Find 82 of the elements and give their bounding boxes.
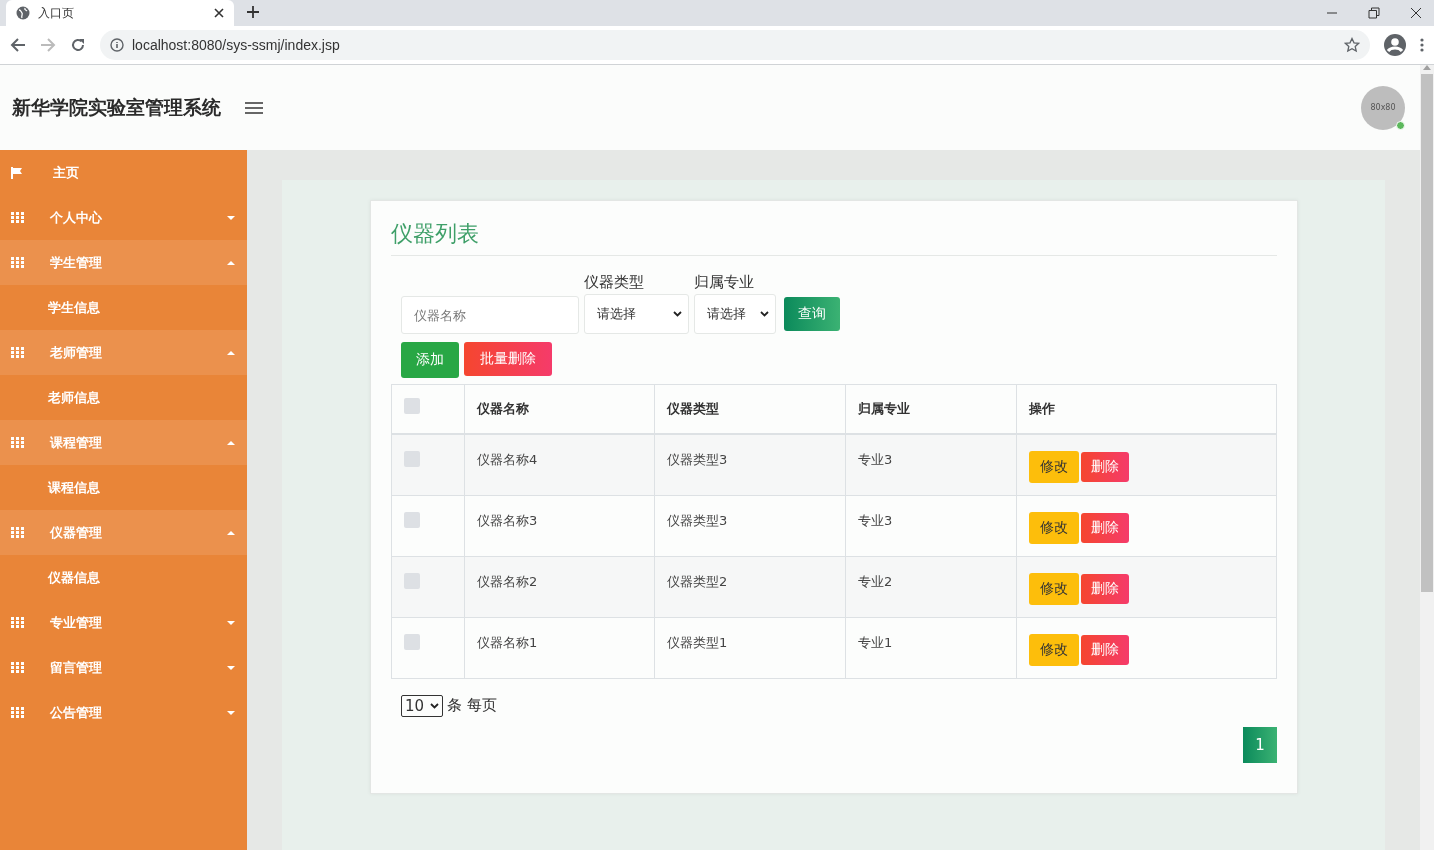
reload-icon[interactable]: [70, 37, 86, 53]
select-dropdown[interactable]: 请选择: [584, 294, 689, 334]
table-cell: 仪器类型1: [654, 617, 846, 678]
page-size-select[interactable]: 10: [401, 694, 444, 717]
url-text: localhost:8080/sys-ssmj/index.jsp: [132, 37, 341, 53]
grid-icon: [11, 662, 24, 673]
menu-icon[interactable]: [1420, 38, 1424, 52]
grid-icon: [11, 437, 24, 448]
select-dropdown[interactable]: 请选择: [694, 294, 776, 334]
account-icon[interactable]: [1384, 34, 1406, 56]
sidebar-subitem[interactable]: 学生信息: [0, 285, 247, 330]
tab-title: 入口页: [38, 4, 75, 22]
page-button[interactable]: 1: [1243, 726, 1277, 763]
sidebar-item[interactable]: 公告管理: [0, 690, 247, 735]
grid-icon: [11, 212, 24, 223]
sidebar-item[interactable]: 课程管理: [0, 420, 247, 465]
checkbox[interactable]: [404, 572, 420, 589]
delete-button[interactable]: 删除: [1081, 512, 1129, 543]
table-cell: 专业3: [845, 434, 1017, 495]
checkbox[interactable]: [404, 511, 420, 528]
chevron-icon: [430, 702, 440, 709]
delete-button[interactable]: 删除: [1081, 452, 1129, 482]
page-size-label: 条 每页: [447, 696, 497, 715]
app-title: 新华学院实验室管理系统: [12, 94, 221, 120]
table-cell: 仪器名称2: [464, 556, 655, 617]
batch-delete-button[interactable]: 批量删除: [464, 342, 552, 376]
grid-icon: [11, 347, 24, 358]
sidebar-item[interactable]: 学生管理: [0, 240, 247, 285]
table-cell: 专业1: [845, 617, 1017, 678]
card-title: 仪器列表: [391, 219, 1277, 256]
flag-icon: [11, 166, 23, 179]
sidebar-item[interactable]: 专业管理: [0, 600, 247, 645]
grid-icon: [11, 527, 24, 538]
close-icon[interactable]: [214, 8, 224, 18]
grid-icon: [11, 617, 24, 628]
add-button[interactable]: 添加: [401, 342, 459, 378]
star-icon[interactable]: [1344, 37, 1360, 53]
checkbox[interactable]: [404, 451, 420, 467]
checkbox[interactable]: [404, 397, 420, 414]
sidebar-subitem[interactable]: 老师信息: [0, 375, 247, 420]
table-cell: 仪器类型2: [654, 556, 846, 617]
edit-button[interactable]: 修改: [1029, 451, 1079, 483]
sidebar-subitem[interactable]: 课程信息: [0, 465, 247, 510]
browser-tab[interactable]: 入口页: [6, 0, 234, 26]
chevron-icon: [760, 311, 769, 317]
grid-icon: [11, 707, 24, 718]
edit-button[interactable]: 修改: [1029, 572, 1079, 605]
table-cell: 仪器名称1: [464, 617, 655, 678]
sidebar-item[interactable]: 个人中心: [0, 195, 247, 240]
filter-label: 仪器类型: [584, 272, 645, 293]
delete-button[interactable]: 删除: [1081, 634, 1129, 665]
filter-label: 归属专业: [694, 272, 755, 293]
sidebar-subitem[interactable]: 仪器信息: [0, 555, 247, 600]
new-tab-icon[interactable]: [246, 5, 260, 19]
sidebar-item[interactable]: 老师管理: [0, 330, 247, 375]
sidebar-item[interactable]: 仪器管理: [0, 510, 247, 555]
checkbox[interactable]: [404, 633, 420, 650]
edit-button[interactable]: 修改: [1029, 633, 1079, 666]
table-cell: 仪器类型3: [654, 495, 846, 556]
delete-button[interactable]: 删除: [1081, 573, 1129, 604]
menu-icon[interactable]: [245, 100, 263, 115]
name-search-field[interactable]: 仪器名称: [401, 296, 579, 334]
search-button[interactable]: 查询: [784, 297, 840, 331]
grid-icon: [11, 257, 24, 268]
back-icon[interactable]: [10, 37, 26, 53]
globe-icon: [16, 6, 30, 20]
close-icon[interactable]: [1410, 7, 1422, 19]
restore-icon[interactable]: [1368, 7, 1380, 19]
edit-button[interactable]: 修改: [1029, 511, 1079, 544]
table-cell: 专业2: [845, 556, 1017, 617]
table-cell: 专业3: [845, 495, 1017, 556]
scrollbar[interactable]: [1420, 65, 1434, 850]
sidebar-item[interactable]: 主页: [0, 150, 247, 195]
address-bar[interactable]: localhost:8080/sys-ssmj/index.jsp: [100, 30, 1370, 60]
table-cell: 仪器名称3: [464, 495, 655, 556]
avatar-text: 80x80: [1370, 103, 1396, 112]
chevron-icon: [673, 311, 682, 317]
sidebar-item[interactable]: 留言管理: [0, 645, 247, 690]
info-icon: [110, 38, 124, 52]
table-cell: 仪器类型3: [654, 434, 846, 495]
avatar[interactable]: 80x80: [1361, 85, 1405, 130]
table-cell: 仪器名称4: [464, 434, 655, 495]
